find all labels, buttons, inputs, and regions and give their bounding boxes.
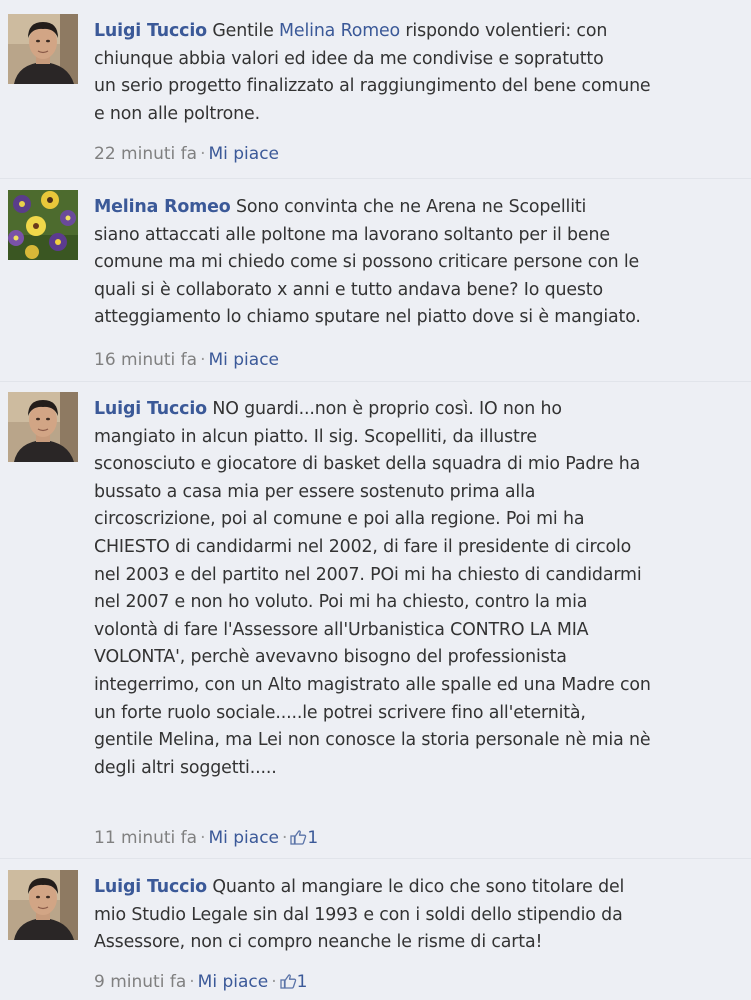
comment-text-line: mangiato in alcun piatto. Il sig. Scopel… xyxy=(94,424,751,452)
like-link[interactable]: Mi piace xyxy=(208,350,279,370)
comment-text-line: gentile Melina, ma Lei non conosce la st… xyxy=(94,727,751,755)
comment-text-line: quali si è collaborato x anni e tutto an… xyxy=(94,277,751,305)
comment-author-link[interactable]: Melina Romeo xyxy=(94,197,231,217)
comment-text: un forte ruolo sociale.....le potrei scr… xyxy=(94,702,586,723)
comment-text-line: VOLONTA', perchè avevavno bisogno del pr… xyxy=(94,644,751,672)
comment-text-line: Luigi Tuccio NO guardi...non è proprio c… xyxy=(94,396,751,424)
comment-text-line: Assessore, non ci compro neanche le rism… xyxy=(94,929,751,957)
meta-separator: · xyxy=(200,828,206,848)
like-count[interactable]: 1 xyxy=(290,828,318,848)
comment-text-line: un forte ruolo sociale.....le potrei scr… xyxy=(94,700,751,728)
comment-text-line: Luigi Tuccio Gentile Melina Romeo rispon… xyxy=(94,18,751,46)
comment-text-line: volontà di fare l'Assessore all'Urbanist… xyxy=(94,617,751,645)
meta-separator: · xyxy=(189,972,195,992)
avatar[interactable] xyxy=(8,392,78,462)
comment-text: atteggiamento lo chiamo sputare nel piat… xyxy=(94,307,641,328)
avatar[interactable] xyxy=(8,870,78,940)
comment-body: Luigi Tuccio Gentile Melina Romeo rispon… xyxy=(94,18,751,128)
like-link[interactable]: Mi piace xyxy=(208,828,279,848)
comment-text-line: degli altri soggetti..... xyxy=(94,755,751,783)
comment-text-line: chiunque abbia valori ed idee da me cond… xyxy=(94,46,751,74)
comment-text: circoscrizione, poi al comune e poi alla… xyxy=(94,509,585,530)
comment-text-line: nel 2007 e non ho voluto. Poi mi ha chie… xyxy=(94,589,751,617)
comment-separator xyxy=(0,178,751,179)
avatar[interactable] xyxy=(8,190,78,260)
comment-text-line: Melina Romeo Sono convinta che ne Arena … xyxy=(94,194,751,222)
comment-body: Luigi Tuccio NO guardi...non è proprio c… xyxy=(94,396,751,782)
avatar[interactable] xyxy=(8,14,78,84)
like-count-thumb-icon xyxy=(290,830,307,845)
comment-text: VOLONTA', perchè avevavno bisogno del pr… xyxy=(94,647,567,668)
timestamp[interactable]: 9 minuti fa xyxy=(94,972,186,992)
like-count[interactable]: 1 xyxy=(279,972,308,992)
like-count-thumb-icon xyxy=(279,974,296,989)
comment-text: comune ma mi chiedo come si possono crit… xyxy=(94,252,640,273)
comment-text: Quanto al mangiare le dico che sono tito… xyxy=(206,877,625,897)
comment-author-link[interactable]: Luigi Tuccio xyxy=(94,877,207,897)
comment-separator xyxy=(0,858,751,859)
comment-text: integerrimo, con un Alto magistrato alle… xyxy=(94,674,651,695)
comment-text: quali si è collaborato x anni e tutto an… xyxy=(94,279,603,300)
comment-text-line: siano attaccati alle poltone ma lavorano… xyxy=(94,222,751,250)
comment-text-line: integerrimo, con un Alto magistrato alle… xyxy=(94,672,751,700)
comment-author-link[interactable]: Luigi Tuccio xyxy=(94,399,207,419)
comment-text: Assessore, non ci compro neanche le rism… xyxy=(94,932,543,953)
meta-separator: · xyxy=(200,350,206,370)
like-link[interactable]: Mi piace xyxy=(198,972,269,992)
comment-text: nel 2003 e del partito nel 2007. POi mi … xyxy=(94,564,642,585)
comment-text: Sono convinta che ne Arena ne Scopelliti xyxy=(230,197,587,217)
comment-text: Gentile xyxy=(206,21,280,41)
comment-text: rispondo volentieri: con xyxy=(400,21,608,41)
comment-text: nel 2007 e non ho voluto. Poi mi ha chie… xyxy=(94,592,588,613)
mention-link[interactable]: Melina Romeo xyxy=(279,21,400,41)
timestamp[interactable]: 11 minuti fa xyxy=(94,828,197,848)
meta-separator: · xyxy=(200,144,206,164)
comment-text: mio Studio Legale sin dal 1993 e con i s… xyxy=(94,904,623,925)
comment-text: gentile Melina, ma Lei non conosce la st… xyxy=(94,730,651,751)
comment-text-line: Luigi Tuccio Quanto al mangiare le dico … xyxy=(94,874,751,902)
comment-separator xyxy=(0,381,751,382)
timestamp[interactable]: 22 minuti fa xyxy=(94,144,197,164)
comment-text: chiunque abbia valori ed idee da me cond… xyxy=(94,48,604,69)
comment-author-link[interactable]: Luigi Tuccio xyxy=(94,21,207,41)
like-count-value: 1 xyxy=(296,972,308,992)
comment-text-line: e non alle poltrone. xyxy=(94,101,751,129)
comment-text-line: atteggiamento lo chiamo sputare nel piat… xyxy=(94,304,751,332)
comment-text: volontà di fare l'Assessore all'Urbanist… xyxy=(94,619,589,640)
comment-body: Luigi Tuccio Quanto al mangiare le dico … xyxy=(94,874,751,957)
meta-separator: · xyxy=(282,828,288,848)
comment-text-line: CHIESTO di candidarmi nel 2002, di fare … xyxy=(94,534,751,562)
comment-text-line: comune ma mi chiedo come si possono crit… xyxy=(94,249,751,277)
comment-meta: 9 minuti fa · Mi piace · 1 xyxy=(94,970,307,994)
comment-text: siano attaccati alle poltone ma lavorano… xyxy=(94,224,610,245)
comment-meta: 16 minuti fa · Mi piace xyxy=(94,348,279,372)
comment-text: CHIESTO di candidarmi nel 2002, di fare … xyxy=(94,536,632,557)
comment-body: Melina Romeo Sono convinta che ne Arena … xyxy=(94,194,751,332)
comment-text-line: circoscrizione, poi al comune e poi alla… xyxy=(94,506,751,534)
comment-text-line: sconosciuto e giocatore di basket della … xyxy=(94,451,751,479)
comment-text-line: mio Studio Legale sin dal 1993 e con i s… xyxy=(94,902,751,930)
comment-text: bussato a casa mia per essere sostenuto … xyxy=(94,481,536,502)
comment-meta: 22 minuti fa · Mi piace xyxy=(94,142,279,166)
comment-text-line: nel 2003 e del partito nel 2007. POi mi … xyxy=(94,562,751,590)
comment-text-line: bussato a casa mia per essere sostenuto … xyxy=(94,479,751,507)
like-link[interactable]: Mi piace xyxy=(208,144,279,164)
comment-text-line: un serio progetto finalizzato al raggiun… xyxy=(94,73,751,101)
like-count-value: 1 xyxy=(307,828,319,848)
meta-separator: · xyxy=(271,972,277,992)
comment-text: NO guardi...non è proprio così. IO non h… xyxy=(206,399,562,419)
comment-meta: 11 minuti fa · Mi piace · 1 xyxy=(94,826,318,850)
comment-text: e non alle poltrone. xyxy=(94,103,260,124)
comment-text: sconosciuto e giocatore di basket della … xyxy=(94,454,641,475)
comment-text: mangiato in alcun piatto. Il sig. Scopel… xyxy=(94,426,537,447)
timestamp[interactable]: 16 minuti fa xyxy=(94,350,197,370)
comment-text: un serio progetto finalizzato al raggiun… xyxy=(94,76,651,97)
comment-text: degli altri soggetti..... xyxy=(94,757,277,778)
